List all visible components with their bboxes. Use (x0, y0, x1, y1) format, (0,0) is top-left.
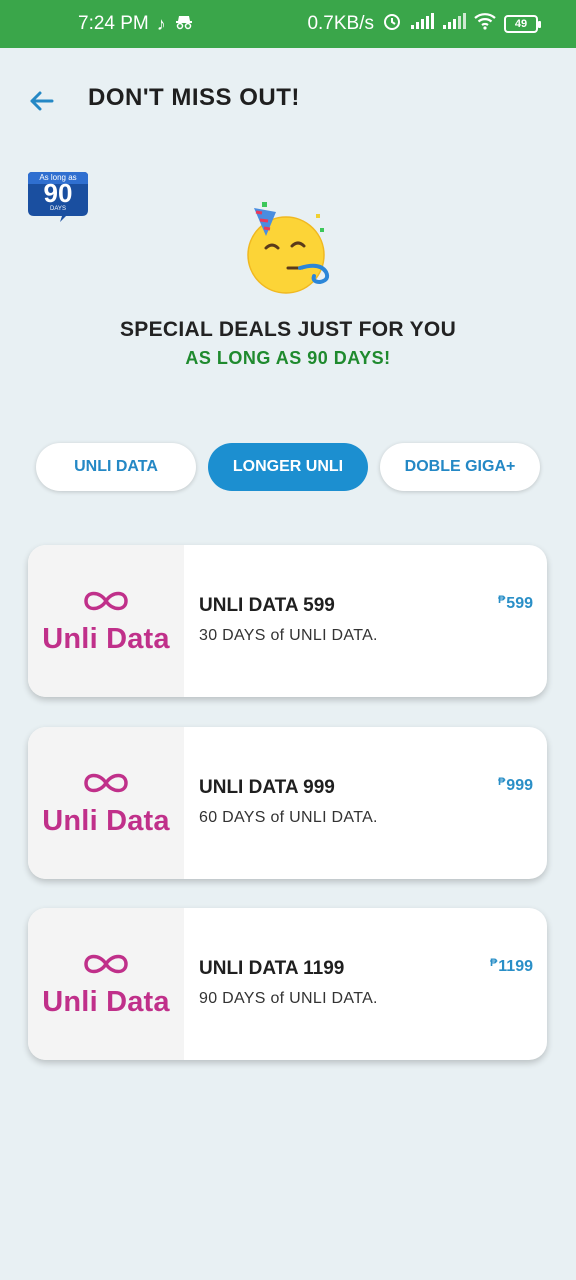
plan-name: UNLI DATA 599 (199, 595, 335, 616)
alarm-icon (382, 11, 402, 37)
plan-logo-text: Unli Data (42, 986, 170, 1018)
plan-description: 60 DAYS of UNLI DATA. (199, 809, 378, 826)
plan-description: 30 DAYS of UNLI DATA. (199, 627, 378, 644)
infinity-icon (84, 954, 128, 974)
price-value: 599 (506, 595, 533, 612)
badge-bottom-text: DAYS (50, 206, 66, 212)
infinity-icon (84, 773, 128, 793)
status-bar-right: 0.7KB/s 49 (307, 11, 541, 37)
plan-logo-text: Unli Data (42, 805, 170, 837)
plan-price: ₱1199 (490, 957, 533, 976)
plan-logo: Unli Data (28, 727, 184, 879)
price-value: 1199 (498, 958, 533, 975)
party-face-emoji (236, 200, 336, 300)
wifi-icon (474, 12, 496, 36)
tab-doble-giga[interactable]: DOBLE GIGA+ (380, 443, 540, 491)
infinity-icon (84, 591, 128, 611)
arrow-left-icon (30, 91, 54, 111)
tab-longer-unli[interactable]: LONGER UNLI (208, 443, 368, 491)
plan-card-3[interactable]: Unli Data UNLI DATA 1199 90 DAYS of UNLI… (28, 908, 547, 1060)
deals-subtitle: AS LONG AS 90 DAYS! (185, 348, 391, 368)
signal-icon (410, 13, 434, 35)
tab-unli-data[interactable]: UNLI DATA (36, 443, 196, 491)
90-days-badge: As long as 90 DAYS (26, 170, 90, 222)
plan-name: UNLI DATA 999 (199, 777, 335, 798)
network-speed: 0.7KB/s (307, 13, 374, 34)
currency-symbol: ₱ (497, 594, 506, 606)
plan-logo-text: Unli Data (42, 623, 170, 655)
incognito-icon (174, 14, 194, 35)
currency-symbol: ₱ (497, 776, 506, 788)
status-time: 7:24 PM (78, 13, 149, 34)
battery-icon: 49 (504, 15, 541, 33)
status-bar: 7:24 PM ♪ 0.7KB/s 49 (0, 0, 576, 48)
status-bar-left: 7:24 PM ♪ (78, 13, 194, 35)
page-title: DON'T MISS OUT! (88, 84, 300, 111)
plan-name: UNLI DATA 1199 (199, 958, 345, 979)
plan-description: 90 DAYS of UNLI DATA. (199, 990, 378, 1007)
category-tabs: UNLI DATA LONGER UNLI DOBLE GIGA+ (36, 443, 541, 491)
deals-title: SPECIAL DEALS JUST FOR YOU (119, 318, 457, 341)
plan-logo: Unli Data (28, 545, 184, 697)
price-value: 999 (506, 777, 533, 794)
signal-icon-2 (442, 13, 466, 35)
plan-logo: Unli Data (28, 908, 184, 1060)
badge-number: 90 (43, 178, 73, 208)
currency-symbol: ₱ (489, 957, 498, 969)
header: DON'T MISS OUT! (0, 78, 576, 122)
plan-price: ₱999 (498, 776, 533, 795)
plan-card-2[interactable]: Unli Data UNLI DATA 999 60 DAYS of UNLI … (28, 727, 547, 879)
back-button[interactable] (26, 86, 56, 116)
tiktok-icon: ♪ (156, 13, 166, 34)
plan-price: ₱599 (498, 594, 533, 613)
plan-card-1[interactable]: Unli Data UNLI DATA 599 30 DAYS of UNLI … (28, 545, 547, 697)
